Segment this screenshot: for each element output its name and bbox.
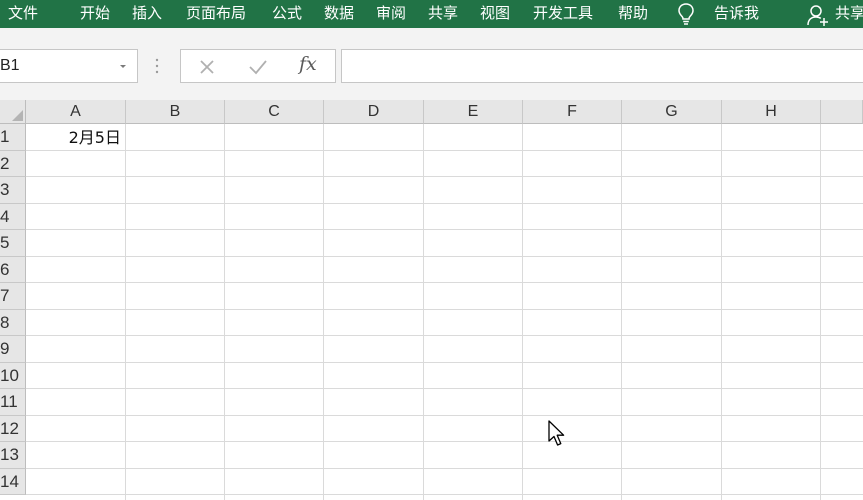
name-box[interactable]: B1 — [0, 49, 138, 83]
ribbon-tab-bar: 文件 开始 插入 页面布局 公式 数据 审阅 共享 视图 开发工具 帮助 告诉我… — [0, 0, 863, 28]
column-header-g[interactable]: G — [622, 100, 722, 124]
column-header-a[interactable]: A — [26, 100, 126, 124]
column-header-e[interactable]: E — [424, 100, 523, 124]
row-header-12[interactable]: 12 — [0, 416, 26, 442]
gridline — [26, 150, 863, 151]
close-icon[interactable] — [197, 57, 217, 77]
gridline — [26, 309, 863, 310]
tab-home[interactable]: 开始 — [80, 0, 110, 28]
column-header-i[interactable] — [821, 100, 863, 124]
row-header-6[interactable]: 6 — [0, 257, 26, 283]
vertical-dots-icon[interactable] — [152, 54, 162, 78]
formula-buttons: fx — [180, 49, 336, 83]
tab-formulas[interactable]: 公式 — [272, 0, 302, 28]
gridline — [323, 124, 324, 500]
chevron-down-icon[interactable] — [118, 61, 128, 71]
gridline — [26, 203, 863, 204]
row-header-9[interactable]: 9 — [0, 336, 26, 363]
worksheet-grid: A B C D E F G H 1 2 3 4 5 6 7 8 9 10 11 … — [0, 100, 863, 500]
row-header-1[interactable]: 1 — [0, 124, 26, 151]
row-header-3[interactable]: 3 — [0, 177, 26, 204]
insert-function-button[interactable]: fx — [299, 53, 317, 75]
tab-page-layout[interactable]: 页面布局 — [186, 0, 246, 28]
row-header-4[interactable]: 4 — [0, 204, 26, 230]
column-header-c[interactable]: C — [225, 100, 324, 124]
formula-input[interactable] — [341, 49, 863, 83]
lightbulb-icon[interactable] — [676, 1, 696, 27]
gridline — [26, 441, 863, 442]
row-header-2[interactable]: 2 — [0, 151, 26, 177]
mouse-pointer-icon — [548, 420, 565, 446]
tell-me-search[interactable]: 告诉我 — [714, 0, 759, 28]
select-all-button[interactable] — [0, 100, 26, 124]
gridline — [621, 124, 622, 500]
gridline — [26, 282, 863, 283]
column-header-b[interactable]: B — [126, 100, 225, 124]
row-header-10[interactable]: 10 — [0, 363, 26, 389]
gridline — [26, 415, 863, 416]
select-all-triangle-icon — [12, 110, 23, 121]
gridline — [820, 124, 821, 500]
row-header-14[interactable]: 14 — [0, 469, 26, 495]
gridline — [26, 176, 863, 177]
gridline — [721, 124, 722, 500]
gridline — [26, 388, 863, 389]
tab-data[interactable]: 数据 — [324, 0, 354, 28]
row-header-13[interactable]: 13 — [0, 442, 26, 469]
share-button[interactable]: 共享 — [835, 0, 863, 28]
gridline — [26, 362, 863, 363]
tab-view[interactable]: 视图 — [480, 0, 510, 28]
gridline — [224, 124, 225, 500]
gridline — [423, 124, 424, 500]
row-header-5[interactable]: 5 — [0, 230, 26, 257]
name-box-value: B1 — [0, 57, 20, 74]
tab-developer[interactable]: 开发工具 — [533, 0, 593, 28]
gridline — [26, 256, 863, 257]
check-icon[interactable] — [247, 57, 269, 77]
gridline — [26, 468, 863, 469]
gridline — [125, 124, 126, 500]
gridline — [26, 494, 863, 495]
tab-file[interactable]: 文件 — [8, 0, 38, 28]
column-header-d[interactable]: D — [324, 100, 424, 124]
row-header-8[interactable]: 8 — [0, 310, 26, 336]
gridline — [26, 229, 863, 230]
row-header-7[interactable]: 7 — [0, 283, 26, 310]
gridline — [522, 124, 523, 500]
tab-review[interactable]: 审阅 — [376, 0, 406, 28]
gridline — [26, 335, 863, 336]
add-user-icon[interactable] — [806, 3, 830, 27]
tab-insert[interactable]: 插入 — [132, 0, 162, 28]
tab-share-menu[interactable]: 共享 — [428, 0, 458, 28]
column-header-h[interactable]: H — [722, 100, 821, 124]
tab-help[interactable]: 帮助 — [618, 0, 648, 28]
formula-bar: B1 fx — [0, 28, 863, 100]
column-header-f[interactable]: F — [523, 100, 622, 124]
row-header-11[interactable]: 11 — [0, 389, 26, 416]
cell-a1[interactable]: 2月5日 — [26, 124, 125, 150]
